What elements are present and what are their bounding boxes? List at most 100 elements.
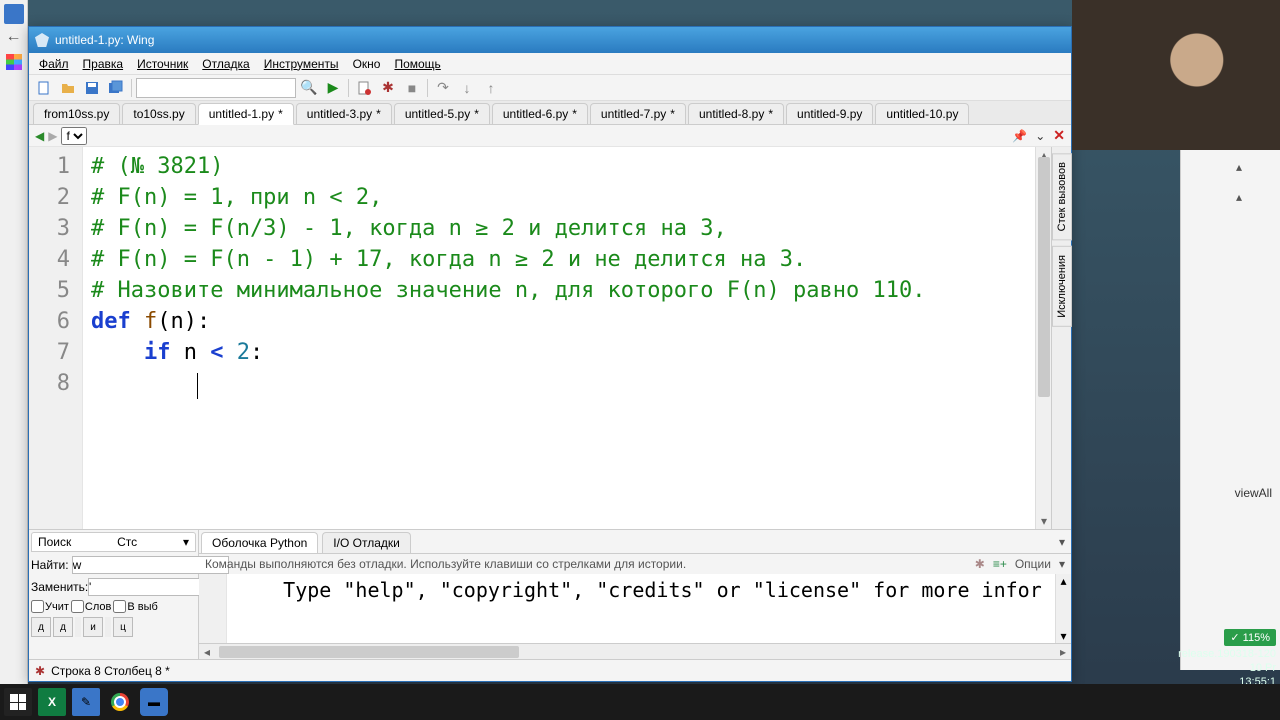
search-btn-2[interactable]: д [53,617,73,637]
scrollbar-thumb[interactable] [219,646,519,658]
collapse-icon[interactable]: ⌄ [1035,129,1045,143]
line-gutter: 12345678 [29,147,83,529]
menu-debug[interactable]: Отладка [196,55,255,73]
step-over-icon[interactable]: ↷ [432,77,454,99]
shell-panel: Оболочка Python I/O Отладки ▾ Команды вы… [199,530,1071,659]
menu-help[interactable]: Помощь [388,55,446,73]
date-label: 10 Pr [1250,662,1276,674]
tab-python-shell[interactable]: Оболочка Python [201,532,318,553]
menu-bar: Файл Правка Источник Отладка Инструменты… [29,53,1071,75]
editor-tab[interactable]: untitled-1.py* [198,103,294,125]
sel-checkbox[interactable]: В выб [113,600,157,613]
panel-menu-icon[interactable]: ▾ [1059,535,1065,549]
menu-source[interactable]: Источник [131,55,194,73]
editor-tab[interactable]: untitled-10.py [875,103,969,124]
scroll-up-icon[interactable]: ▴ [1060,574,1066,588]
word-checkbox[interactable]: Слов [71,600,111,613]
editor-tab[interactable]: untitled-6.py* [492,103,588,124]
back-icon[interactable]: ← [0,28,27,46]
step-out-icon[interactable]: ↑ [480,77,502,99]
taskbar-editor-icon[interactable]: ✎ [72,688,100,716]
shell-bug-icon[interactable]: ✱ [975,557,985,571]
right-bottom-info: ✓ 115% release.190318-120 10 Pr 13:55:1 [1178,629,1276,688]
search-btn-1[interactable]: д [31,617,51,637]
search-panel-title[interactable]: Поиск [38,535,71,549]
tab-io-debug[interactable]: I/O Отладки [322,532,411,553]
editor-tab[interactable]: untitled-7.py* [590,103,686,124]
scroll-right-icon[interactable]: ▸ [1055,644,1071,660]
window-titlebar[interactable]: untitled-1.py: Wing [29,27,1071,53]
menu-file[interactable]: Файл [33,55,75,73]
editor-tab[interactable]: from10ss.py [33,103,120,124]
chevron-down-icon[interactable]: ▾ [183,535,189,549]
open-file-icon[interactable] [57,77,79,99]
windows-taskbar: X ✎ ▬ [0,684,1280,720]
scroll-down-icon[interactable]: ▾ [1036,513,1052,529]
debug-file-icon[interactable] [353,77,375,99]
editor-tab[interactable]: untitled-9.py [786,103,873,124]
case-checkbox[interactable]: Учит [31,600,69,613]
app-icon[interactable] [4,4,24,24]
editor-scrollbar[interactable]: ▴ ▾ [1035,147,1051,529]
search-icon[interactable]: 🔍 [298,77,320,99]
menu-edit[interactable]: Правка [77,55,130,73]
editor-tab[interactable]: to10ss.py [122,103,195,124]
menu-tools[interactable]: Инструменты [258,55,345,73]
left-app-strip: ← [0,0,28,720]
symbol-select[interactable]: f [61,127,87,145]
scrollbar-thumb[interactable] [1038,157,1050,397]
status-text: Строка 8 Столбец 8 * [51,664,170,678]
code-editor[interactable]: 12345678 # (№ 3821) # F(n) = 1, при n < … [29,147,1035,529]
toolbar-separator [131,79,132,97]
save-all-icon[interactable] [105,77,127,99]
search-btn-4[interactable]: ц [113,617,133,637]
editor-tab[interactable]: untitled-5.py* [394,103,490,124]
taskbar-excel-icon[interactable]: X [38,688,66,716]
find-label: Найти: [31,558,69,572]
side-tab-call-stack[interactable]: Стек вызовов [1052,153,1072,240]
search-btn-3[interactable]: и [83,617,103,637]
editor-tab[interactable]: untitled-3.py* [296,103,392,124]
code-content[interactable]: # (№ 3821) # F(n) = 1, при n < 2, # F(n)… [83,147,1035,529]
search-panel-stack[interactable]: Стс [117,535,137,549]
bug-icon[interactable]: ✱ [377,77,399,99]
toolbar: 🔍 ▶ ✱ ■ ↷ ↓ ↑ [29,75,1071,101]
window-title: untitled-1.py: Wing [55,33,154,47]
pin-icon[interactable]: 📌 [1012,129,1027,143]
scroll-left-icon[interactable]: ◂ [199,644,215,660]
status-bug-icon[interactable]: ✱ [35,664,45,678]
chevron-down-icon[interactable]: ▾ [1059,557,1065,571]
step-into-icon[interactable]: ↓ [456,77,478,99]
taskbar-app-icon[interactable]: ▬ [140,688,168,716]
scroll-up-icon[interactable]: ▴ [1236,160,1242,174]
run-icon[interactable]: ▶ [322,77,344,99]
status-bar: ✱ Строка 8 Столбец 8 * [29,659,1071,681]
nav-back-icon[interactable]: ◀ [35,129,44,143]
shell-h-scrollbar[interactable]: ◂ ▸ [199,643,1071,659]
side-tab-exceptions[interactable]: Исключения [1052,246,1072,327]
save-icon[interactable] [81,77,103,99]
release-label: release.190318-120 [1178,648,1276,660]
editor-tabs: from10ss.pyto10ss.pyuntitled-1.py*untitl… [29,101,1071,125]
shell-add-icon[interactable]: ≡+ [993,557,1007,571]
editor-tab[interactable]: untitled-8.py* [688,103,784,124]
shell-output[interactable]: Type "help", "copyright", "credits" or "… [227,574,1055,643]
goto-search-input[interactable] [136,78,296,98]
menu-window[interactable]: Окно [347,55,387,73]
toolbar-separator [348,79,349,97]
stop-icon[interactable]: ■ [401,77,423,99]
start-button[interactable] [4,688,32,716]
apps-grid-icon[interactable] [6,54,22,70]
scroll-up-icon-2[interactable]: ▴ [1236,190,1242,204]
scroll-down-icon[interactable]: ▾ [1060,629,1066,643]
wing-logo-icon [35,33,49,47]
shell-options[interactable]: Опции [1015,557,1051,571]
taskbar-chrome-icon[interactable] [106,688,134,716]
nav-fwd-icon[interactable]: ▶ [48,129,57,143]
new-file-icon[interactable] [33,77,55,99]
wing-ide-window: untitled-1.py: Wing Файл Правка Источник… [28,26,1072,682]
close-tab-icon[interactable]: ✕ [1053,127,1065,144]
zoom-badge[interactable]: ✓ 115% [1224,629,1276,646]
toolbar-separator [427,79,428,97]
view-all-label[interactable]: viewAll [1235,486,1272,500]
